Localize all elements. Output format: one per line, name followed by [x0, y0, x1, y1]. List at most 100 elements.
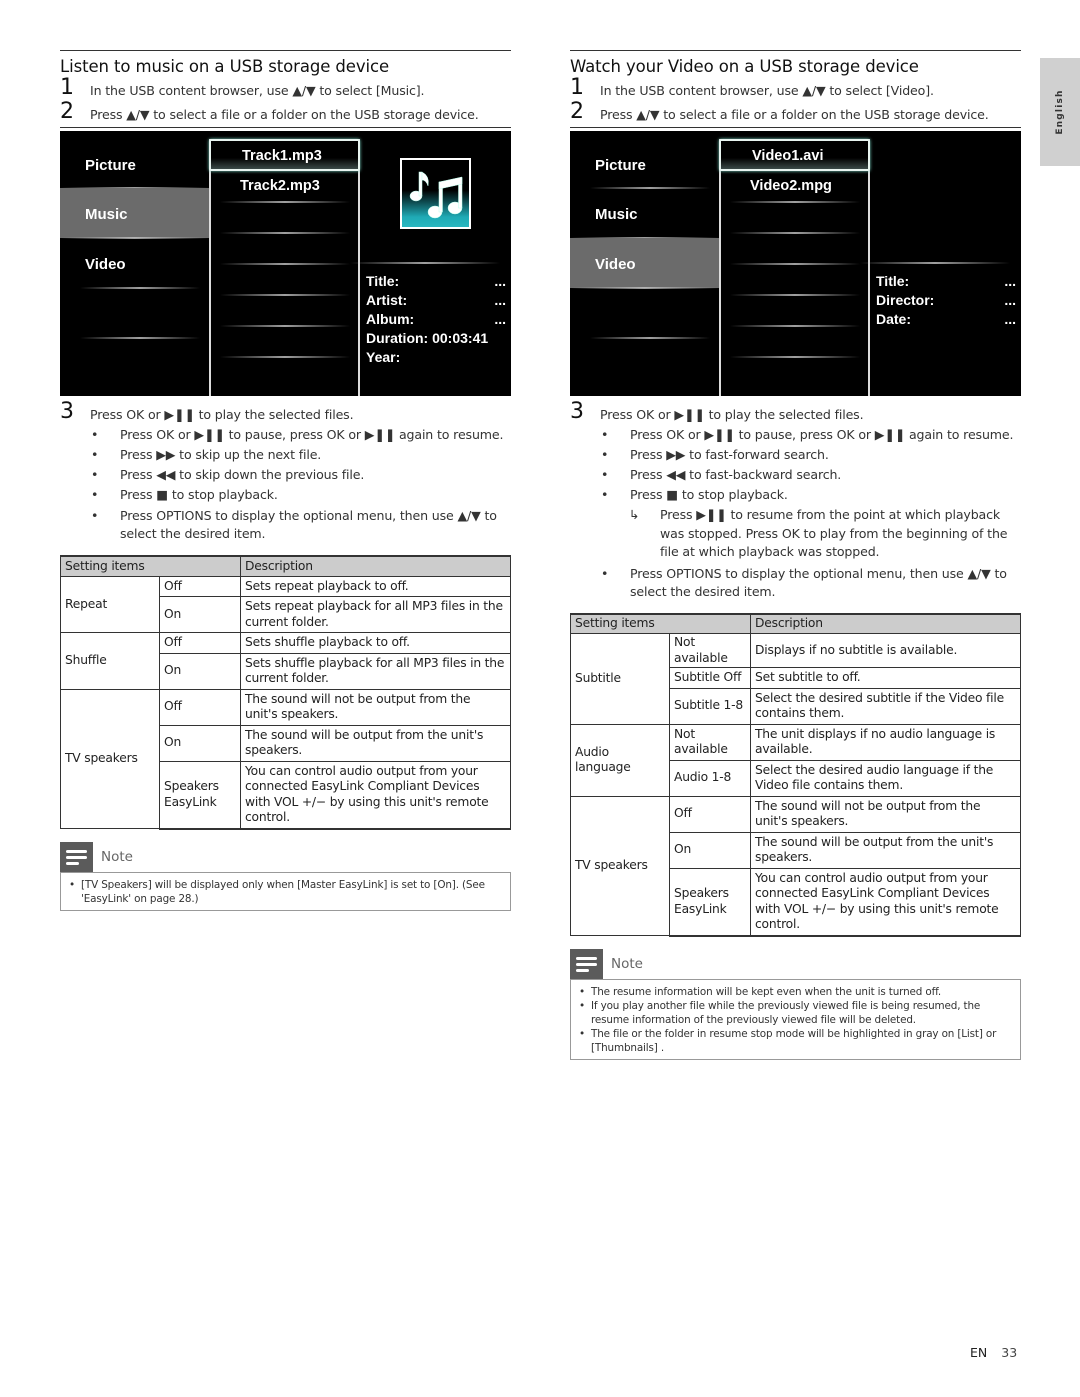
divider	[860, 262, 1010, 264]
setting-option: On	[669, 831, 751, 869]
options-table: Setting items Description Subtitle Not a…	[570, 612, 1021, 937]
category-picture[interactable]: Picture	[570, 139, 719, 189]
note-header: Note	[570, 948, 1021, 979]
divider	[570, 127, 1021, 128]
bullet-item: Press ■ to stop playback.	[600, 485, 1021, 505]
category-music-selected[interactable]: Music	[60, 188, 209, 238]
setting-option: On	[159, 596, 241, 633]
sub-bullet-text: Press ▶❚❚ to resume from the point at wh…	[660, 507, 1008, 559]
setting-description: You can control audio output from your c…	[750, 867, 1021, 937]
setting-description: Select the desired audio language if the…	[750, 759, 1021, 797]
info-label: Duration: 00:03:41	[366, 330, 489, 346]
table-row: Shuffle Off Sets shuffle playback to off…	[60, 632, 511, 690]
info-album: Album:...	[366, 311, 506, 330]
note-body: [TV Speakers] will be displayed only whe…	[60, 871, 511, 911]
section-rule	[570, 50, 1021, 51]
setting-option: On	[159, 652, 241, 690]
bullet-item: Press ◀◀ to skip down the previous file.	[90, 465, 511, 485]
step-text: Press OK or ▶❚❚ to play the selected fil…	[600, 407, 864, 422]
divider	[730, 201, 860, 203]
header-description: Description	[240, 555, 511, 577]
category-music[interactable]: Music	[570, 188, 719, 238]
info-title: Title:...	[366, 273, 506, 292]
setting-item: Audio language	[570, 723, 670, 797]
info-value: ...	[1004, 273, 1016, 289]
table-row: TV speakers Off The sound will not be ou…	[60, 688, 511, 829]
section-rule	[60, 50, 511, 51]
setting-description: Displays if no subtitle is available.	[750, 633, 1021, 668]
info-label: Title:	[876, 273, 910, 289]
video-section: Watch your Video on a USB storage device…	[570, 50, 1021, 1060]
step-text: In the USB content browser, use ▲/▼ to s…	[90, 83, 425, 98]
note-item: The file or the folder in resume stop mo…	[579, 1027, 1012, 1055]
divider	[220, 201, 350, 203]
file-item[interactable]: Video2.mpg	[719, 171, 870, 203]
info-label: Title:	[366, 273, 400, 289]
language-tab-label: English	[1055, 89, 1065, 135]
info-label: Artist:	[366, 292, 408, 308]
setting-item: Repeat	[60, 575, 160, 633]
info-artist: Artist:...	[366, 292, 506, 311]
step-number: 2	[60, 99, 74, 124]
step-text: Press OK or ▶❚❚ to play the selected fil…	[90, 407, 354, 422]
note-title: Note	[101, 848, 133, 865]
footer-language: EN	[970, 1345, 988, 1360]
step-number: 2	[570, 99, 584, 124]
file-name: Track2.mp3	[240, 178, 320, 194]
category-label: Video	[85, 256, 126, 273]
setting-description: Sets repeat playback for all MP3 files i…	[240, 596, 511, 633]
divider	[220, 263, 350, 265]
file-name: Video1.avi	[752, 148, 824, 164]
info-year: Year:	[366, 349, 506, 368]
info-title: Title:...	[876, 273, 1016, 292]
file-name: Track1.mp3	[242, 148, 322, 164]
bullet-item: Press OPTIONS to display the optional me…	[600, 565, 1021, 601]
setting-item: Subtitle	[570, 633, 670, 725]
divider	[730, 263, 860, 265]
setting-description: The sound will not be output from the un…	[240, 688, 511, 726]
divider	[220, 294, 350, 296]
section-title: Watch your Video on a USB storage device	[570, 57, 919, 76]
setting-description: The sound will be output from the unit's…	[750, 831, 1021, 869]
bullet-list: Press OK or ▶❚❚ to pause, press OK or ▶❚…	[60, 425, 511, 543]
header-setting-items: Setting items	[60, 555, 241, 577]
setting-description: Sets repeat playback to off.	[240, 575, 511, 597]
category-picture[interactable]: Picture	[60, 139, 209, 189]
bullet-item: Press OK or ▶❚❚ to pause, press OK or ▶❚…	[600, 425, 1021, 445]
category-video[interactable]: Video	[60, 238, 209, 288]
step-text: Press ▲/▼ to select a file or a folder o…	[600, 107, 989, 122]
divider	[80, 287, 200, 289]
setting-description: Select the desired subtitle if the Video…	[750, 687, 1021, 725]
note-body: The resume information will be kept even…	[570, 978, 1021, 1060]
step-number: 1	[60, 75, 74, 100]
divider	[220, 232, 350, 234]
setting-option: Off	[669, 795, 751, 833]
file-item[interactable]: Track2.mp3	[209, 171, 360, 203]
bullet-item: Press ◀◀ to fast-backward search.	[600, 465, 1021, 485]
section-title: Listen to music on a USB storage device	[60, 57, 390, 76]
setting-description: Set subtitle to off.	[750, 667, 1021, 689]
step-text: Press ▲/▼ to select a file or a folder o…	[90, 107, 479, 122]
note-box: Note [TV Speakers] will be displayed onl…	[60, 841, 511, 911]
info-value: ...	[1004, 292, 1016, 308]
page-number: 33	[1001, 1345, 1018, 1360]
table-header-row: Setting items Description	[570, 612, 1021, 634]
file-item-selected[interactable]: Track1.mp3	[209, 139, 360, 171]
setting-item: TV speakers	[570, 795, 670, 936]
language-tab: English	[1040, 58, 1080, 166]
file-item-selected[interactable]: Video1.avi	[719, 139, 870, 171]
category-label: Music	[595, 206, 638, 223]
divider	[80, 337, 200, 339]
setting-description: The unit displays if no audio language i…	[750, 723, 1021, 761]
table-header-row: Setting items Description	[60, 555, 511, 577]
setting-option: Speakers EasyLink	[669, 867, 751, 937]
info-label: Date:	[876, 311, 912, 327]
divider	[590, 337, 710, 339]
setting-description: The sound will be output from the unit's…	[240, 724, 511, 762]
note-icon	[570, 948, 603, 979]
bullet-item: Press ■ to stop playback.	[90, 485, 511, 505]
note-item: The resume information will be kept even…	[579, 985, 1012, 999]
bullet-item: Press ▶▶ to fast-forward search.	[600, 445, 1021, 465]
divider	[730, 294, 860, 296]
category-video-selected[interactable]: Video	[570, 238, 719, 288]
